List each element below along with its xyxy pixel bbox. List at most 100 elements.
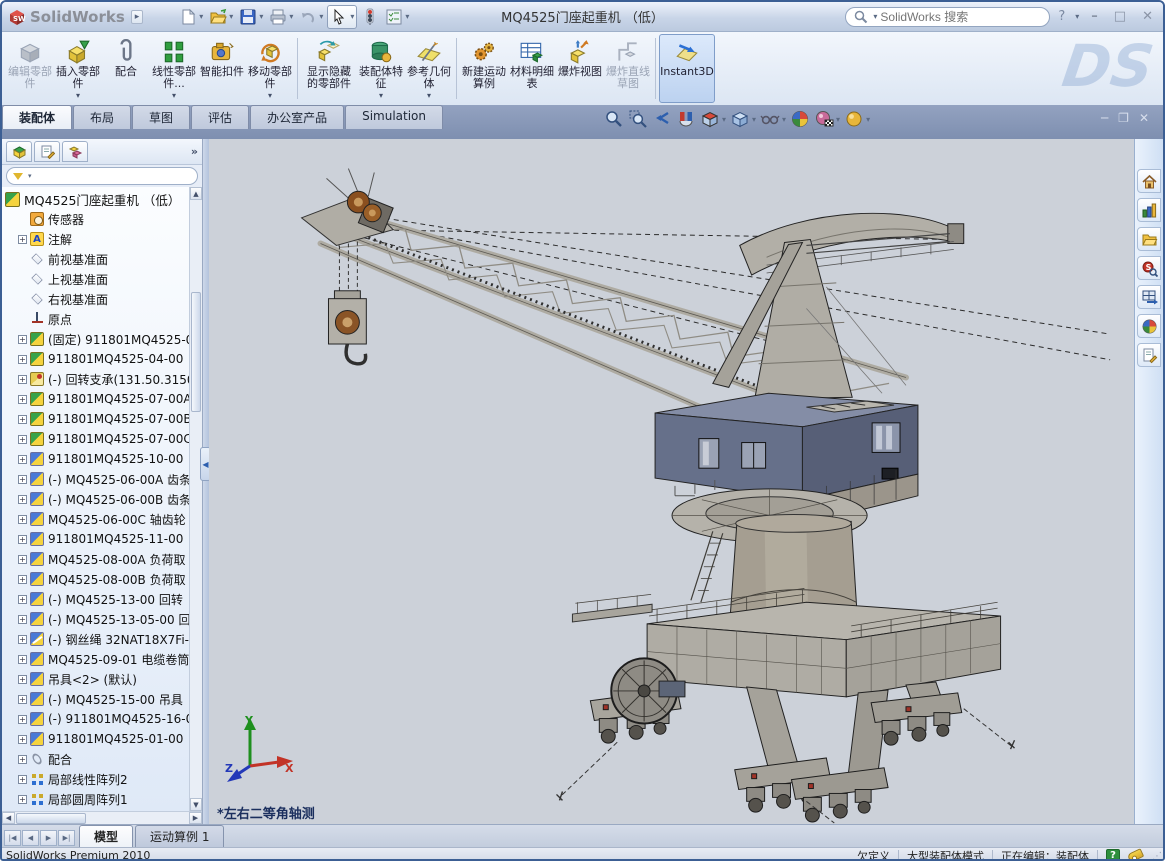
edit-appearance-button[interactable] <box>790 109 810 129</box>
tree-item[interactable]: +911801MQ4525-07-00B <box>2 409 202 429</box>
expander[interactable]: + <box>18 475 27 484</box>
tree-horizontal-scrollbar[interactable]: ◀ ▶ <box>2 811 202 824</box>
expander[interactable]: + <box>18 635 27 644</box>
tree-item[interactable]: +911801MQ4525-01-00 <box>2 729 202 749</box>
tab-sketch[interactable]: 草图 <box>132 105 190 129</box>
expander[interactable]: + <box>18 535 27 544</box>
expander[interactable]: + <box>18 435 27 444</box>
maximize-button[interactable]: □ <box>1110 9 1130 24</box>
tab-assembly[interactable]: 装配体 <box>2 105 72 129</box>
appearances-scenes-button[interactable] <box>1137 314 1161 338</box>
tree-item[interactable]: +注解 <box>2 229 202 249</box>
viewport[interactable]: Y X Z *左右二等角轴测 <box>209 139 1134 824</box>
select-tool-button[interactable]: ▾ <box>327 5 357 29</box>
expander[interactable]: + <box>18 575 27 584</box>
cm-insert-components-button[interactable]: 插入零部件 ▾ <box>54 34 102 103</box>
cm-explode-line-sketch-button[interactable]: 爆炸直线草图 <box>604 34 652 103</box>
expander[interactable]: + <box>18 355 27 364</box>
tree-item[interactable]: +911801MQ4525-07-00C <box>2 429 202 449</box>
tab-evaluate[interactable]: 评估 <box>191 105 249 129</box>
expander[interactable]: + <box>18 375 27 384</box>
previous-view-button[interactable] <box>652 109 672 129</box>
expander[interactable]: + <box>18 735 27 744</box>
tab-layout[interactable]: 布局 <box>73 105 131 129</box>
cm-exploded-view-button[interactable]: 爆炸视图 <box>556 34 604 103</box>
tab-nav-first[interactable]: |◀ <box>4 830 21 846</box>
tree-item[interactable]: +911801MQ4525-07-00A <box>2 389 202 409</box>
custom-properties-button[interactable] <box>1137 343 1161 367</box>
cm-instant3d-button[interactable]: Instant3D <box>659 34 715 103</box>
tree-item[interactable]: +(-) MQ4525-15-00 吊具 <box>2 689 202 709</box>
help-button[interactable]: ? <box>1058 9 1065 24</box>
expander[interactable]: + <box>18 695 27 704</box>
resize-grip[interactable]: ⋰ <box>1152 851 1161 861</box>
new-document-button[interactable]: ▾ <box>177 6 205 28</box>
cm-linear-pattern-button[interactable]: 线性零部件... ▾ <box>150 34 198 103</box>
zoom-to-area-button[interactable] <box>628 109 648 129</box>
file-explorer-button[interactable] <box>1137 227 1161 251</box>
menu-expand-arrow[interactable]: ▸ <box>131 10 144 24</box>
solidworks-search-button[interactable]: S <box>1137 256 1161 280</box>
display-style-button[interactable]: ▾ <box>730 109 756 129</box>
tab-configuration-manager[interactable] <box>62 141 88 162</box>
options-button[interactable]: ▾ <box>383 6 411 28</box>
tree-filter-input[interactable]: ▾ <box>6 167 198 185</box>
expander[interactable]: + <box>18 415 27 424</box>
cm-bill-of-materials-button[interactable]: 材料明细表 <box>508 34 556 103</box>
performance-button[interactable] <box>359 6 381 28</box>
tab-nav-last[interactable]: ▶| <box>58 830 75 846</box>
expander[interactable]: + <box>18 775 27 784</box>
tree-item[interactable]: +右视基准面 <box>2 289 202 309</box>
expander[interactable]: + <box>18 715 27 724</box>
tree-vertical-scrollbar[interactable]: ▲ ▼ <box>189 187 202 811</box>
tree-item[interactable]: +原点 <box>2 309 202 329</box>
tree-item[interactable]: +(-) MQ4525-13-00 回转 <box>2 589 202 609</box>
help-caret[interactable]: ▾ <box>1075 12 1079 21</box>
tree-item[interactable]: +传感器 <box>2 209 202 229</box>
expander[interactable]: + <box>18 455 27 464</box>
tree-item[interactable]: +上视基准面 <box>2 269 202 289</box>
scroll-down-arrow[interactable]: ▼ <box>190 798 202 811</box>
scroll-left-arrow[interactable]: ◀ <box>2 812 15 824</box>
quick-tips-icon[interactable]: ? <box>1106 849 1120 861</box>
hide-show-items-button[interactable]: ▾ <box>760 109 786 129</box>
tab-nav-prev[interactable]: ◀ <box>22 830 39 846</box>
tree-item[interactable]: +MQ4525-06-00C 轴齿轮 <box>2 509 202 529</box>
cm-mate-button[interactable]: 配合 <box>102 34 150 103</box>
tree-item[interactable]: +MQ4525-09-01 电缆卷筒 <box>2 649 202 669</box>
tree-item[interactable]: +(-) 钢丝绳 32NAT18X7Fi- <box>2 629 202 649</box>
expander[interactable]: + <box>18 615 27 624</box>
design-library-button[interactable] <box>1137 198 1161 222</box>
search-scope-caret[interactable]: ▾ <box>873 12 877 21</box>
tab-nav-next[interactable]: ▶ <box>40 830 57 846</box>
print-button[interactable]: ▾ <box>267 6 295 28</box>
view-orientation-button[interactable]: ▾ <box>700 109 726 129</box>
cm-move-component-button[interactable]: 移动零部件 ▾ <box>246 34 294 103</box>
open-button[interactable]: ▾ <box>207 6 235 28</box>
expander[interactable]: + <box>18 495 27 504</box>
zoom-to-fit-button[interactable] <box>604 109 624 129</box>
scroll-thumb[interactable] <box>191 292 201 412</box>
tree-item[interactable]: +(固定) 911801MQ4525-0 <box>2 329 202 349</box>
tree-item[interactable]: +MQ4525-08-00B 负荷取 <box>2 569 202 589</box>
cm-smart-fasteners-button[interactable]: 智能扣件 <box>198 34 246 103</box>
cm-reference-geometry-button[interactable]: 参考几何体 ▾ <box>405 34 453 103</box>
tree-item[interactable]: +前视基准面 <box>2 249 202 269</box>
tree-item[interactable]: +局部线性阵列2 <box>2 769 202 789</box>
tag-icon[interactable] <box>1127 848 1144 861</box>
scroll-up-arrow[interactable]: ▲ <box>190 187 202 200</box>
doc-close-button[interactable]: ✕ <box>1139 111 1149 125</box>
tab-office-products[interactable]: 办公室产品 <box>250 105 344 129</box>
tree-item[interactable]: +(-) 回转支承(131.50.3150 <box>2 369 202 389</box>
search-box[interactable]: ▾ <box>845 7 1050 27</box>
expander[interactable]: + <box>18 235 27 244</box>
expander[interactable]: + <box>18 795 27 804</box>
cm-assembly-features-button[interactable]: 装配体特征 ▾ <box>357 34 405 103</box>
apply-scene-button[interactable]: ▾ <box>814 109 840 129</box>
tab-motion-study-1[interactable]: 运动算例 1 <box>135 825 224 847</box>
doc-restore-button[interactable]: ❐ <box>1118 111 1129 125</box>
undo-button[interactable]: ▾ <box>297 6 325 28</box>
tree-item[interactable]: +(-) MQ4525-06-00A 齿条 <box>2 469 202 489</box>
tree-item[interactable]: +911801MQ4525-04-00 <box>2 349 202 369</box>
cm-edit-component-button[interactable]: 编辑零部件 <box>6 34 54 103</box>
